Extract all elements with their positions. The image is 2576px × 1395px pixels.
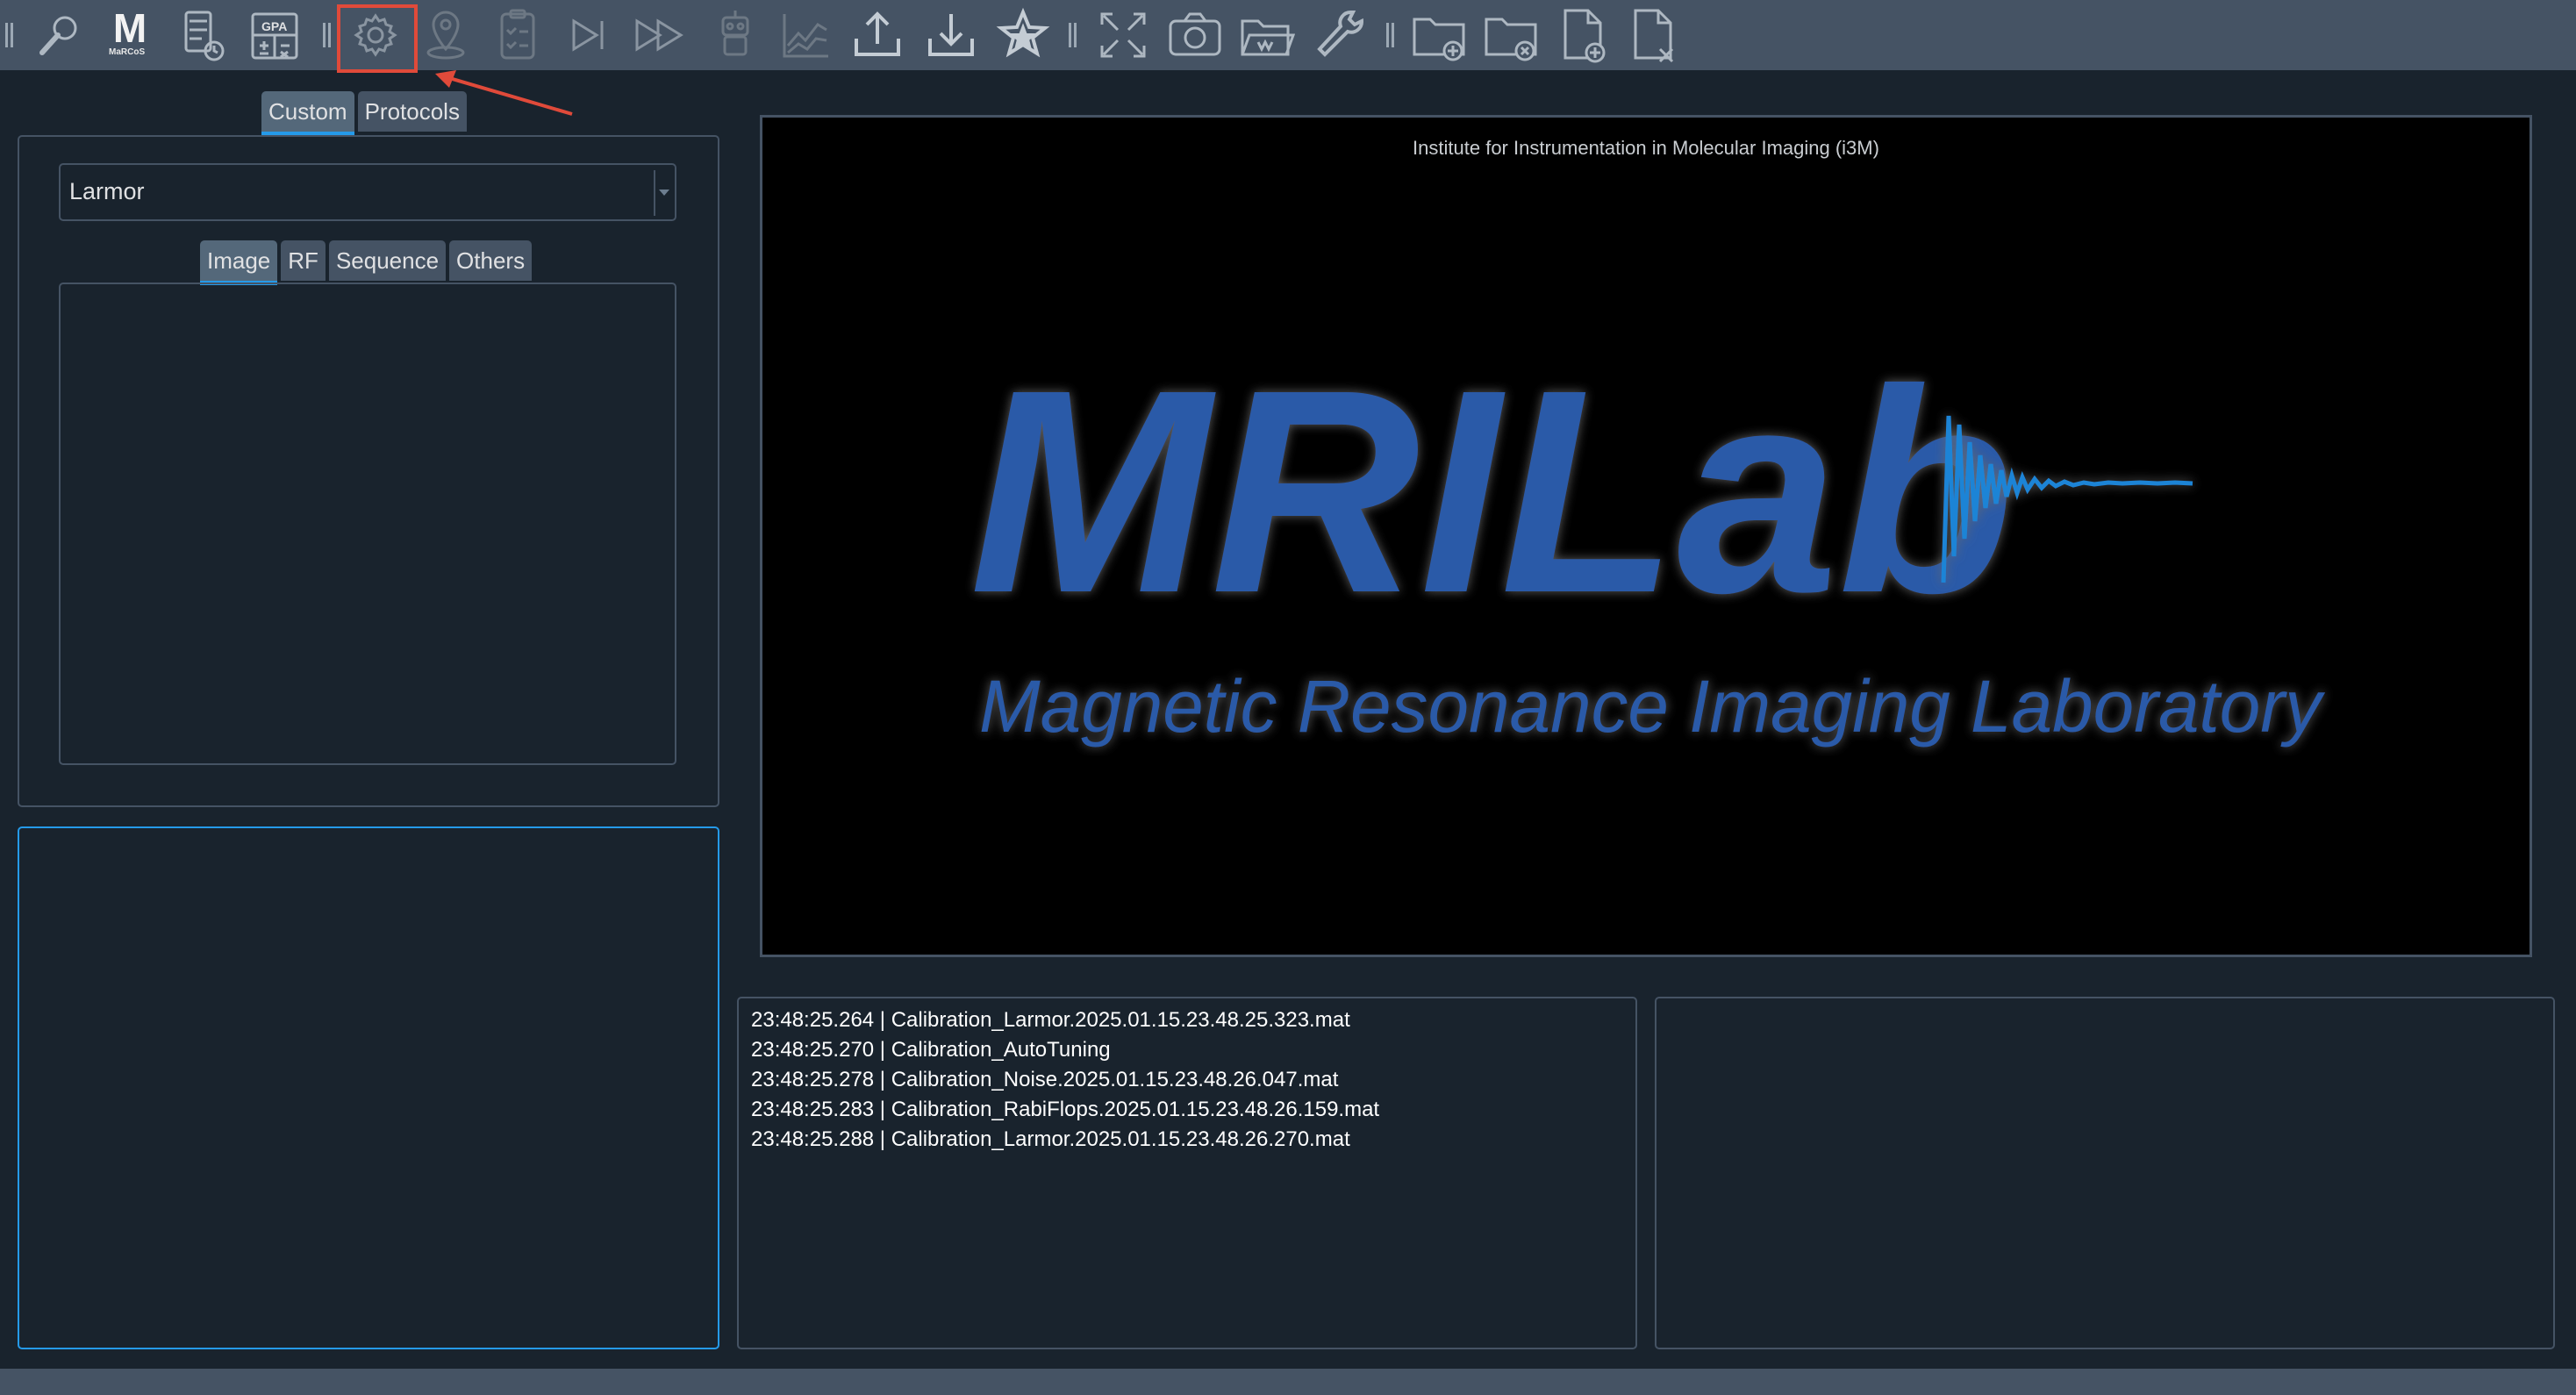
parameters-area[interactable] [59, 283, 676, 765]
calculator-clock-icon[interactable] [175, 5, 232, 65]
checklist-icon[interactable] [490, 5, 546, 65]
fast-forward-icon[interactable] [632, 5, 688, 65]
chevron-down-icon[interactable] [659, 190, 669, 196]
fullscreen-icon[interactable] [1095, 5, 1151, 65]
left-tab-bar: Custom Protocols [261, 91, 467, 136]
star-icon[interactable] [995, 5, 1051, 65]
list-item[interactable]: 23:48:25.264 | Calibration_Larmor.2025.0… [751, 1005, 1623, 1035]
logo-subtitle: Magnetic Resonance Imaging Laboratory [979, 665, 2326, 748]
list-item[interactable]: 23:48:25.278 | Calibration_Noise.2025.01… [751, 1065, 1623, 1095]
logo-title: MRILab [970, 329, 2015, 653]
chart-icon[interactable] [777, 5, 834, 65]
marcos-logo-icon[interactable]: M MaRCoS [102, 5, 158, 65]
svg-text:M: M [113, 5, 147, 51]
toolbar-grip[interactable] [1386, 23, 1394, 47]
play-next-icon[interactable] [562, 5, 618, 65]
tab-rf[interactable]: RF [281, 240, 326, 281]
file-remove-icon[interactable] [1625, 5, 1681, 65]
toolbar-grip[interactable] [5, 23, 13, 47]
tab-protocols[interactable]: Protocols [357, 91, 467, 132]
folder-add-icon[interactable] [1411, 5, 1467, 65]
file-add-icon[interactable] [1555, 5, 1611, 65]
toolbar-grip[interactable] [1069, 23, 1077, 47]
status-bar [0, 1369, 2576, 1395]
sequence-list-panel[interactable] [18, 826, 719, 1349]
history-console[interactable]: 23:48:25.264 | Calibration_Larmor.2025.0… [737, 997, 1637, 1349]
tab-image[interactable]: Image [200, 240, 278, 285]
upload-icon[interactable] [849, 5, 905, 65]
combo-divider [654, 170, 655, 216]
magnifier-icon[interactable] [32, 5, 88, 65]
list-item[interactable]: 23:48:25.288 | Calibration_Larmor.2025.0… [751, 1125, 1623, 1155]
gpa-label: GPA [261, 19, 288, 33]
wrench-icon[interactable] [1311, 5, 1367, 65]
robot-icon[interactable] [707, 5, 763, 65]
tab-others[interactable]: Others [449, 240, 533, 281]
sequence-select-value: Larmor [69, 178, 145, 204]
info-panel[interactable] [1655, 997, 2555, 1349]
gear-highlight-box [337, 4, 418, 73]
logo-display: Institute for Instrumentation in Molecul… [760, 115, 2532, 957]
list-item[interactable]: 23:48:25.283 | Calibration_RabiFlops.202… [751, 1095, 1623, 1125]
location-pin-icon[interactable] [418, 5, 474, 65]
tab-sequence[interactable]: Sequence [328, 240, 447, 281]
tab-custom[interactable]: Custom [261, 91, 354, 136]
folder-remove-icon[interactable] [1483, 5, 1539, 65]
download-icon[interactable] [923, 5, 979, 65]
list-item[interactable]: 23:48:25.270 | Calibration_AutoTuning [751, 1035, 1623, 1065]
sequence-tab-bar: Image RF Sequence Others [200, 240, 533, 285]
mrilab-logo: MRILab Magnetic Resonance Imaging Labora… [970, 329, 2326, 748]
camera-icon[interactable] [1167, 5, 1223, 65]
toolbar-grip[interactable] [323, 23, 331, 47]
sequence-select[interactable]: Larmor [59, 163, 676, 221]
gpa-calculator-icon[interactable]: GPA [247, 5, 304, 65]
folder-open-icon[interactable] [1239, 5, 1295, 65]
marcos-subtitle: MaRCoS [109, 47, 146, 57]
